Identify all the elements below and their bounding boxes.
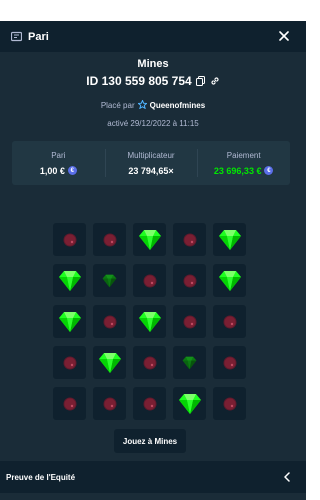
tile-mine xyxy=(53,387,86,420)
link-icon[interactable] xyxy=(210,76,220,86)
tile-mine xyxy=(173,223,206,256)
tile-mine xyxy=(93,305,126,338)
tile-mine xyxy=(133,387,166,420)
gem-icon xyxy=(218,229,241,250)
tile-mine xyxy=(93,223,126,256)
mine-icon xyxy=(103,397,116,410)
play-mines-button[interactable]: Jouez à Mines xyxy=(114,429,186,453)
bet-stats-panel: Pari 1,00 € € Multiplicateur 23 794,65× … xyxy=(12,141,290,185)
mine-icon xyxy=(223,356,236,369)
tile-gem-unrevealed xyxy=(93,264,126,297)
gem-icon xyxy=(102,274,117,287)
gem-icon xyxy=(58,270,81,291)
placed-by-row: Placé par Queenofmines xyxy=(0,99,306,111)
mine-icon xyxy=(63,356,76,369)
tile-gem-unrevealed xyxy=(173,346,206,379)
stat-bet: Pari 1,00 € € xyxy=(12,141,105,185)
mines-board xyxy=(53,223,246,420)
placed-by-label: Placé par xyxy=(100,101,135,110)
stat-payout-label: Paiement xyxy=(226,150,261,160)
tile-mine xyxy=(133,346,166,379)
tile-mine xyxy=(53,223,86,256)
stat-bet-label: Pari xyxy=(51,150,66,160)
star-badge-icon xyxy=(136,99,148,111)
tile-gem xyxy=(133,305,166,338)
gem-icon xyxy=(178,393,201,414)
gem-icon xyxy=(182,356,197,369)
mine-icon xyxy=(143,356,156,369)
tile-gem xyxy=(133,223,166,256)
gem-icon xyxy=(218,270,241,291)
stat-payout: Paiement 23 696,33 € € xyxy=(197,141,290,185)
mine-icon xyxy=(183,233,196,246)
euro-coin-icon: € xyxy=(67,166,77,175)
fairness-label: Preuve de l'Equité xyxy=(6,472,76,482)
gem-icon xyxy=(138,311,161,332)
mine-icon xyxy=(143,274,156,287)
gem-icon xyxy=(58,311,81,332)
tile-mine xyxy=(213,387,246,420)
copy-icon[interactable] xyxy=(196,76,206,86)
stat-multiplier-value: 23 794,65× xyxy=(128,165,174,176)
chevron-left-icon[interactable] xyxy=(282,471,292,483)
tile-mine xyxy=(173,305,206,338)
tile-mine xyxy=(173,264,206,297)
tile-gem xyxy=(213,223,246,256)
mine-icon xyxy=(103,315,116,328)
mine-icon xyxy=(223,397,236,410)
mine-icon xyxy=(103,233,116,246)
gem-icon xyxy=(138,229,161,250)
tile-mine xyxy=(53,346,86,379)
mine-icon xyxy=(223,315,236,328)
mine-icon xyxy=(183,315,196,328)
stat-payout-value: 23 696,33 € xyxy=(213,165,262,176)
bet-date: activé 29/12/2022 à 11:15 xyxy=(107,119,199,128)
tile-gem xyxy=(213,264,246,297)
tile-mine xyxy=(213,346,246,379)
stat-multiplier: Multiplicateur 23 794,65× xyxy=(104,141,198,185)
modal-header: Pari xyxy=(0,21,306,52)
euro-coin-icon: € xyxy=(264,166,274,175)
tile-mine xyxy=(133,264,166,297)
stat-multiplier-label: Multiplicateur xyxy=(127,150,175,160)
tile-gem xyxy=(93,346,126,379)
modal-title: Pari xyxy=(28,30,49,43)
fairness-section[interactable]: Preuve de l'Equité xyxy=(0,461,306,493)
username-link[interactable]: Queenofmines xyxy=(150,101,206,110)
tile-gem xyxy=(173,387,206,420)
close-icon[interactable] xyxy=(277,29,291,43)
game-name: Mines xyxy=(137,58,169,70)
bet-id-row: ID 130 559 805 754 xyxy=(0,74,306,88)
ticket-icon xyxy=(11,31,22,42)
mine-icon xyxy=(63,397,76,410)
mine-icon xyxy=(143,397,156,410)
stat-bet-value: 1,00 € xyxy=(39,165,65,176)
mine-icon xyxy=(183,274,196,287)
bet-id: ID 130 559 805 754 xyxy=(86,74,192,88)
tile-mine xyxy=(93,387,126,420)
bet-modal: Pari Mines ID 130 559 805 754 Placé par … xyxy=(0,21,306,500)
mine-icon xyxy=(63,233,76,246)
tile-mine xyxy=(213,305,246,338)
tile-gem xyxy=(53,264,86,297)
gem-icon xyxy=(98,352,121,373)
tile-gem xyxy=(53,305,86,338)
